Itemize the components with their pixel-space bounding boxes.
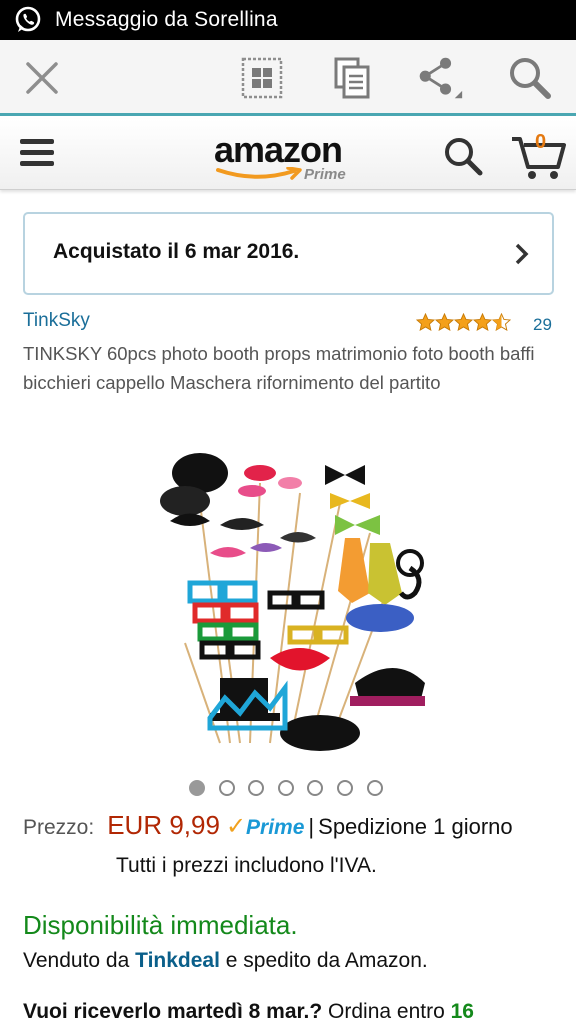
search-icon: [510, 58, 551, 99]
logo-word: amazon: [214, 129, 343, 170]
star-icon: [473, 313, 492, 331]
chevron-right-icon: [515, 243, 529, 265]
carousel-dot[interactable]: [366, 780, 383, 796]
delivery-info: Vuoi riceverlo martedì 8 mar.? Ordina en…: [23, 1000, 474, 1024]
seller-link[interactable]: Tinkdeal: [135, 949, 220, 972]
search-button[interactable]: [506, 54, 554, 102]
carousel-dot[interactable]: [248, 780, 265, 796]
tabs-button[interactable]: [238, 54, 286, 102]
whatsapp-icon: [15, 6, 41, 32]
prime-label: Prime: [246, 816, 305, 839]
cart-button[interactable]: 0: [510, 127, 566, 183]
status-bar: Messaggio da Sorellina: [0, 0, 576, 40]
cart-count: 0: [535, 131, 547, 153]
close-button[interactable]: [18, 54, 66, 102]
logo-prime: Prime: [304, 166, 346, 183]
carousel-dot[interactable]: [307, 780, 324, 796]
price-label: Prezzo:: [23, 816, 95, 839]
smile-arrow-icon: [216, 167, 302, 180]
review-count[interactable]: 29: [533, 315, 552, 335]
price-value: EUR 9,99: [107, 810, 220, 840]
copy-page-button[interactable]: [328, 54, 376, 102]
menu-icon[interactable]: [20, 139, 54, 171]
prime-badge: ✓ Prime: [226, 812, 304, 841]
availability-status: Disponibilità immediata.: [23, 910, 298, 940]
product-title: TINKSKY 60pcs photo booth props matrimon…: [23, 343, 535, 393]
amazon-header: amazon Prime 0: [0, 119, 576, 190]
star-icon: [454, 313, 473, 331]
prime-check-icon: ✓: [225, 813, 247, 840]
star-icon: [416, 313, 435, 331]
carousel-dot[interactable]: [189, 780, 205, 796]
share-button[interactable]: [416, 54, 464, 102]
product-image[interactable]: [140, 443, 440, 758]
vat-note: Tutti i prezzi includono l'IVA.: [116, 854, 377, 877]
purchased-text: Acquistato il 6 mar 2016.: [53, 240, 300, 263]
sold-by-prefix: Venduto da: [23, 949, 130, 972]
browser-toolbar: [0, 40, 576, 116]
share-icon: [419, 57, 463, 99]
carousel-dot[interactable]: [218, 780, 235, 796]
carousel-dot[interactable]: [336, 780, 353, 796]
brand-link[interactable]: TinkSky: [23, 310, 90, 332]
price-row: Prezzo: EUR 9,99 ✓ Prime | Spedizione 1 …: [23, 810, 568, 844]
seller-info: Venduto da Tinkdeal e spedito da Amazon.: [23, 949, 428, 973]
delivery-question: Vuoi riceverlo martedì 8 mar.?: [23, 1000, 323, 1023]
copy-page-icon: [334, 57, 370, 99]
delivery-order: Ordina entro: [328, 1000, 445, 1023]
purchased-notice[interactable]: Acquistato il 6 mar 2016.: [23, 212, 554, 295]
amazon-prime-logo[interactable]: amazon Prime: [214, 127, 364, 185]
star-icon: [435, 313, 454, 331]
half-star-icon: [492, 313, 511, 331]
star-rating[interactable]: [416, 313, 511, 331]
sold-by-suffix: e spedito da Amazon.: [225, 949, 428, 972]
notification-text: Messaggio da Sorellina: [55, 8, 278, 31]
image-carousel-dots: [189, 780, 396, 796]
shipping-info: Spedizione 1 giorno: [318, 814, 513, 839]
delivery-hours: 16: [450, 1000, 474, 1023]
amazon-search-icon[interactable]: [442, 135, 484, 177]
close-icon: [26, 62, 58, 94]
price-separator: |: [308, 814, 315, 839]
carousel-dot[interactable]: [277, 780, 294, 796]
tabs-grid-icon: [241, 57, 283, 99]
